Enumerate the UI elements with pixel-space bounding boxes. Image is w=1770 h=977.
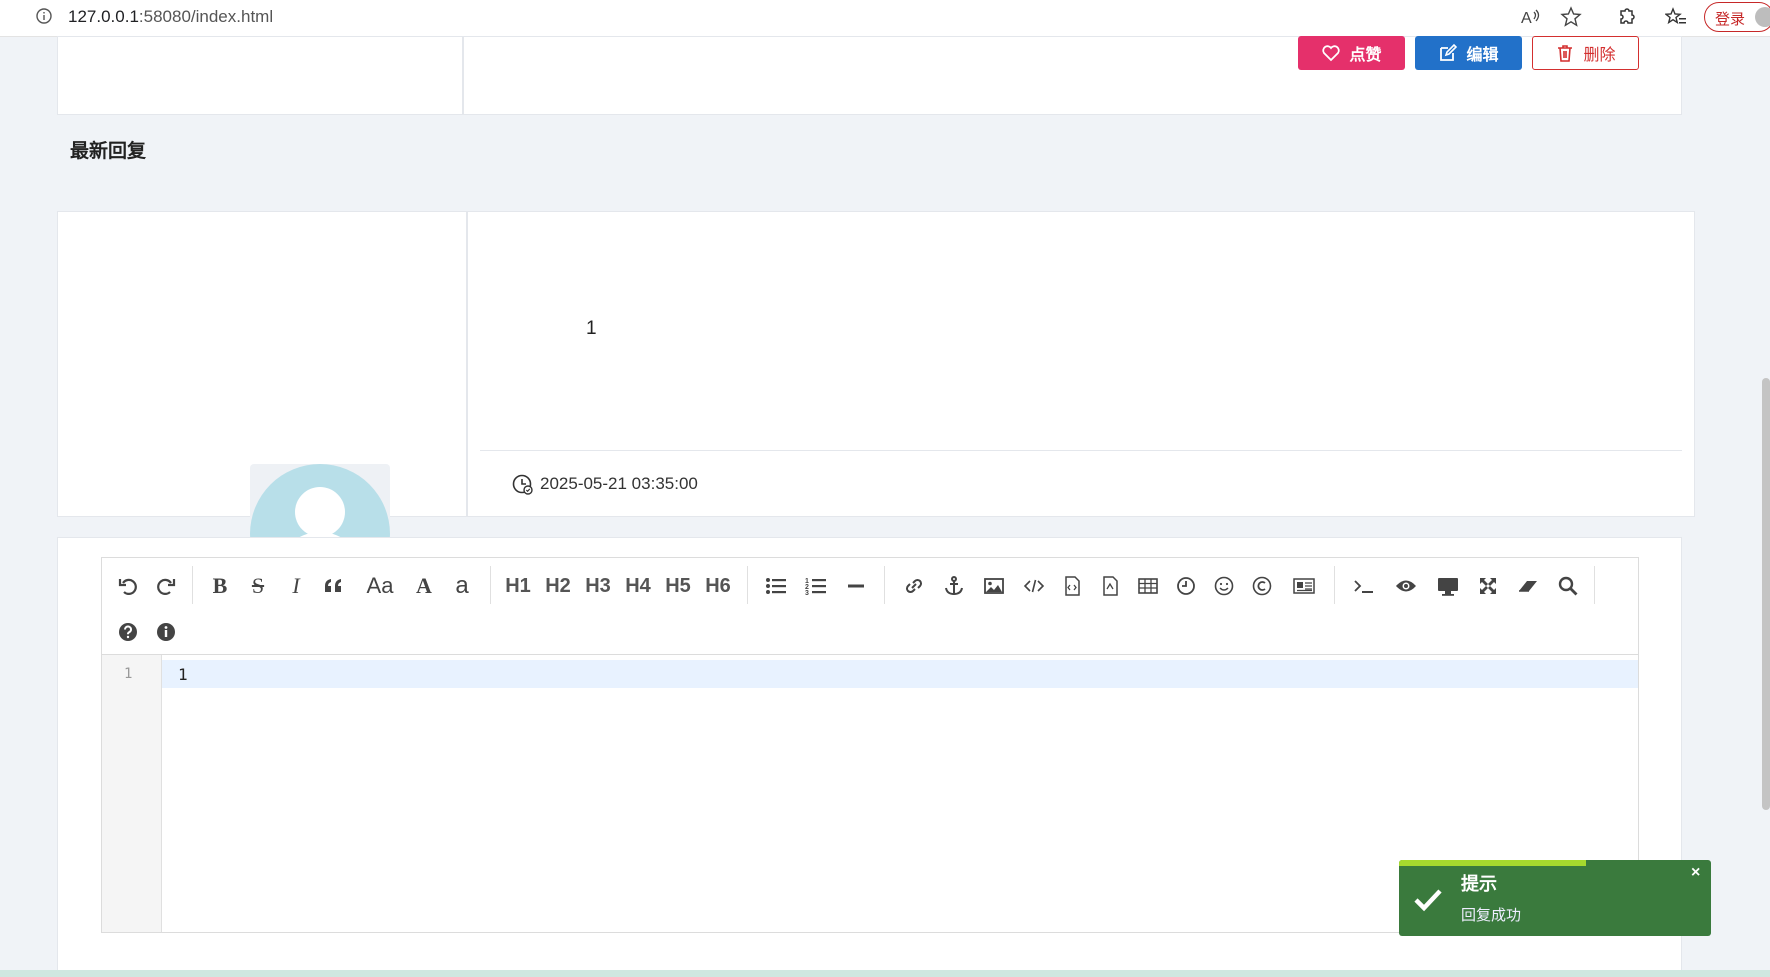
delete-button[interactable]: 删除 — [1532, 36, 1639, 70]
edit-button[interactable]: 编辑 — [1415, 36, 1522, 70]
uppercase-icon[interactable]: A — [408, 570, 440, 602]
table-icon[interactable] — [1132, 570, 1164, 602]
checkmark-icon — [1414, 889, 1442, 912]
horizontal-rule-icon[interactable] — [840, 570, 872, 602]
quote-icon[interactable] — [318, 570, 350, 602]
italic-icon[interactable]: I — [280, 570, 312, 602]
editor-content[interactable]: 1 — [178, 665, 188, 684]
clear-eraser-icon[interactable] — [1512, 570, 1544, 602]
favorite-star-icon[interactable] — [1560, 6, 1582, 28]
lowercase-icon[interactable]: a — [446, 570, 478, 602]
reply-content-card — [467, 211, 1695, 517]
latest-replies-title: 最新回复 — [70, 141, 147, 162]
reply-timestamp: 2025-05-21 03:35:00 — [540, 474, 698, 493]
html-entities-icon[interactable] — [1246, 570, 1278, 602]
anchor-icon[interactable] — [938, 570, 970, 602]
login-button[interactable]: 登录 — [1704, 2, 1770, 32]
line-number: 1 — [124, 666, 133, 682]
strikethrough-icon[interactable]: S — [242, 570, 274, 602]
info-icon[interactable] — [150, 616, 182, 648]
reply-content: 1 — [586, 318, 597, 339]
case-aa-icon[interactable]: Aa — [360, 570, 400, 602]
inline-code-icon[interactable] — [1018, 570, 1050, 602]
url-path: :58080/index.html — [138, 7, 274, 26]
goto-line-icon[interactable] — [1348, 570, 1380, 602]
taskbar-edge — [0, 970, 1770, 977]
like-button[interactable]: 点赞 — [1298, 36, 1405, 70]
favorites-list-icon[interactable] — [1665, 6, 1687, 28]
login-label: 登录 — [1715, 11, 1746, 28]
page-scrollbar[interactable] — [1762, 378, 1770, 810]
heading-4-button[interactable]: H4 — [622, 570, 654, 602]
ordered-list-icon[interactable]: 123 — [800, 570, 832, 602]
fullscreen-icon[interactable] — [1472, 570, 1504, 602]
bold-icon[interactable]: B — [204, 570, 236, 602]
heading-3-button[interactable]: H3 — [582, 570, 614, 602]
link-icon[interactable] — [898, 570, 930, 602]
svg-text:3: 3 — [805, 590, 809, 597]
trash-icon — [1558, 45, 1573, 62]
delete-label: 删除 — [1583, 47, 1616, 64]
editor-toolbar: B S I Aa A a H1 H2 H3 H4 H5 H6 123 — [102, 558, 1638, 655]
post-author-card — [57, 36, 463, 115]
like-label: 点赞 — [1349, 47, 1382, 64]
toast-message: 回复成功 — [1461, 907, 1522, 924]
preformatted-text-icon[interactable] — [1094, 570, 1126, 602]
reply-author-card: 1 — [57, 211, 467, 648]
url-host: 127.0.0.1 — [68, 7, 139, 26]
success-toast: 提示 回复成功 × — [1399, 860, 1711, 936]
undo-icon[interactable] — [112, 570, 144, 602]
reply-divider — [480, 450, 1682, 451]
help-icon[interactable] — [112, 616, 144, 648]
toast-title: 提示 — [1461, 874, 1497, 894]
image-icon[interactable] — [978, 570, 1010, 602]
code-block-icon[interactable] — [1056, 570, 1088, 602]
address-bar[interactable]: 127.0.0.1:58080/index.html — [12, 0, 1594, 32]
preview-eye-icon[interactable] — [1390, 570, 1422, 602]
active-line-highlight — [162, 660, 1638, 688]
uppercase-label: A — [416, 573, 432, 598]
heading-6-button[interactable]: H6 — [702, 570, 734, 602]
edit-label: 编辑 — [1466, 47, 1499, 64]
toast-close-icon[interactable]: × — [1691, 864, 1700, 882]
svg-text:A: A — [1521, 10, 1532, 27]
read-aloud-icon[interactable]: A — [1520, 6, 1542, 28]
browser-toolbar: 127.0.0.1:58080/index.html A 登录 — [0, 0, 1770, 37]
bullet-list-icon[interactable] — [760, 570, 792, 602]
html-preview-monitor-icon[interactable] — [1432, 570, 1464, 602]
search-icon[interactable] — [1552, 570, 1584, 602]
lowercase-label: a — [455, 572, 469, 599]
line-number-gutter — [102, 655, 162, 932]
site-info-icon[interactable] — [36, 8, 52, 24]
heading-2-button[interactable]: H2 — [542, 570, 574, 602]
heading-1-button[interactable]: H1 — [502, 570, 534, 602]
case-aa-label: Aa — [366, 573, 394, 598]
profile-avatar-icon — [1755, 7, 1770, 27]
redo-icon[interactable] — [150, 570, 182, 602]
clock-icon — [512, 474, 533, 495]
edit-pencil-icon — [1440, 43, 1458, 61]
toast-progress-bar — [1399, 860, 1587, 866]
datetime-icon[interactable] — [1170, 570, 1202, 602]
heart-icon — [1322, 45, 1341, 62]
url-text[interactable]: 127.0.0.1:58080/index.html — [68, 7, 273, 27]
extensions-icon[interactable] — [1615, 6, 1637, 28]
pagebreak-icon[interactable] — [1288, 570, 1320, 602]
emoji-icon[interactable] — [1208, 570, 1240, 602]
heading-5-button[interactable]: H5 — [662, 570, 694, 602]
